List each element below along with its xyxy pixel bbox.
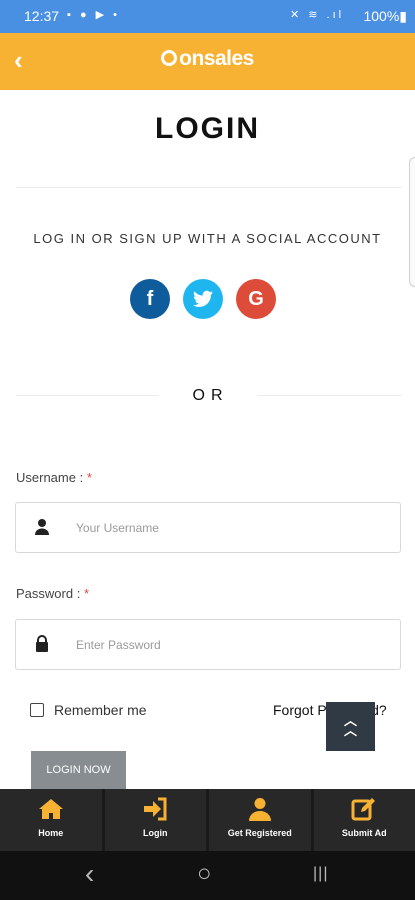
lock-icon	[36, 635, 48, 652]
nav-recents-icon[interactable]: |||	[313, 865, 328, 883]
facebook-icon: f	[146, 288, 154, 310]
logo-text: onsales	[179, 47, 254, 70]
username-field[interactable]	[15, 502, 401, 553]
status-time: 12:37	[24, 8, 60, 24]
edit-icon	[351, 798, 376, 821]
remember-me-checkbox[interactable]	[30, 703, 44, 717]
tab-home-label: Home	[38, 828, 64, 838]
title-divider	[16, 187, 402, 188]
username-input[interactable]	[76, 503, 386, 552]
nav-home-icon[interactable]: ○	[197, 860, 212, 888]
twitter-icon	[193, 290, 213, 307]
bottom-tab-bar: Home Login Get Registered Submit Ad	[0, 789, 415, 851]
login-now-button[interactable]: LOGIN NOW	[31, 751, 126, 789]
password-field[interactable]	[15, 619, 401, 670]
signal-icons: ✕ ≋ .ıl	[290, 9, 345, 21]
brand-logo[interactable]: onsales	[0, 47, 415, 71]
home-icon	[38, 799, 63, 819]
scroll-to-top-button[interactable]: ︿ ︿	[326, 702, 375, 751]
tab-login[interactable]: Login	[101, 789, 207, 851]
tab-submit-ad[interactable]: Submit Ad	[310, 789, 415, 851]
nav-back-icon[interactable]: ‹	[85, 858, 94, 890]
twitter-login-button[interactable]	[183, 279, 223, 319]
password-label: Password : *	[16, 586, 89, 601]
required-mark: *	[86, 470, 92, 485]
google-login-button[interactable]: G	[236, 279, 276, 319]
username-label: Username : *	[16, 470, 92, 485]
facebook-login-button[interactable]: f	[130, 279, 170, 319]
tab-submit-ad-label: Submit Ad	[341, 828, 387, 838]
status-bar: 12:37 ▪ ● ▶ • ✕ ≋ .ıl 100%▮	[0, 0, 415, 33]
user-icon	[248, 798, 271, 821]
user-icon	[35, 519, 49, 535]
logo-mark-icon	[161, 50, 178, 66]
notification-icons: ▪ ● ▶ •	[67, 9, 121, 21]
username-label-text: Username :	[16, 470, 84, 485]
page-title: LOGIN	[155, 112, 260, 145]
tab-get-registered[interactable]: Get Registered	[206, 789, 311, 851]
system-nav-bar: ‹ ○ |||	[0, 851, 415, 900]
tab-get-registered-label: Get Registered	[227, 828, 292, 838]
tab-home[interactable]: Home	[0, 789, 102, 851]
scroll-handle[interactable]	[409, 157, 415, 287]
or-separator: OR	[192, 387, 229, 404]
password-input[interactable]	[76, 620, 386, 669]
double-chevron-up-icon: ︿ ︿	[343, 713, 357, 738]
app-header: ‹ onsales	[0, 33, 415, 90]
google-icon: G	[248, 288, 264, 310]
password-label-text: Password :	[16, 586, 81, 601]
login-icon	[144, 797, 167, 821]
battery-indicator: 100%▮	[363, 8, 407, 24]
or-divider-right	[258, 395, 402, 396]
social-login-caption: LOG IN OR SIGN UP WITH A SOCIAL ACCOUNT	[33, 231, 382, 246]
remember-me-label[interactable]: Remember me	[54, 702, 147, 718]
forgot-password-text: Forgot P	[273, 702, 327, 718]
tab-login-label: Login	[143, 828, 168, 838]
required-mark: *	[83, 586, 89, 601]
